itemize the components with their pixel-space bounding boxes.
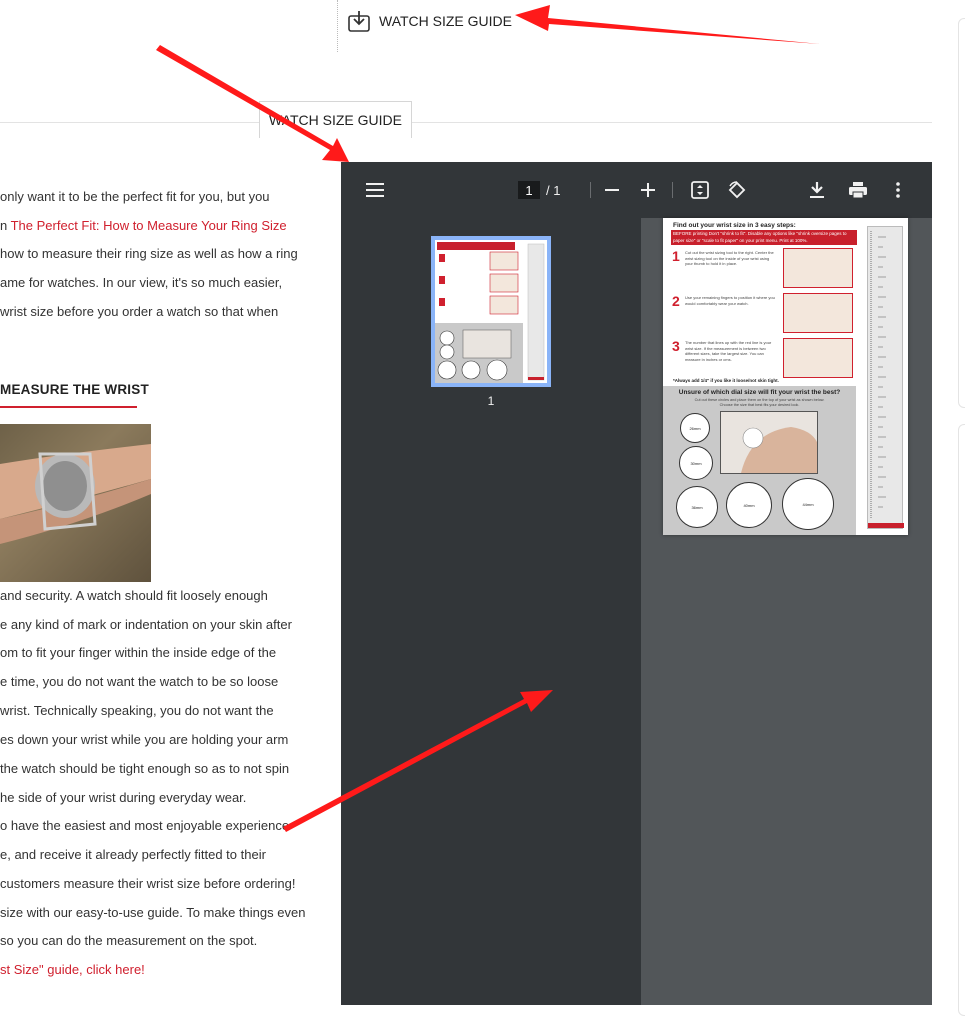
tab-baseline <box>0 122 932 123</box>
step-text: The number that lines up with the red li… <box>685 340 772 362</box>
pdf-toolbar: 1 / 1 <box>341 162 932 218</box>
article-line: ame for watches. In our view, it's so mu… <box>0 275 283 290</box>
article-line: e time, you do not want the watch to be … <box>0 674 279 689</box>
article-line: om to fit your finger within the inside … <box>0 645 277 660</box>
page-thumbnail[interactable] <box>431 236 551 387</box>
page-total: / 1 <box>546 182 561 198</box>
step-number: 1 <box>672 248 680 264</box>
dial-circle: 40mm <box>726 482 772 528</box>
article-line: e any kind of mark or indentation on you… <box>0 617 292 632</box>
dial-size-section: Unsure of which dial size will fit your … <box>663 386 856 535</box>
article-line: how to measure their ring size as well a… <box>0 246 298 261</box>
article-line: e, and receive it already perfectly fitt… <box>0 847 266 862</box>
ring-size-link[interactable]: The Perfect Fit: How to Measure Your Rin… <box>11 218 287 233</box>
pdf-viewer: 1 / 1 1 Find out your wrist size in 3 ea… <box>341 162 932 1005</box>
print-warning-band: BEFORE printing Don't "shrink to fit". D… <box>671 230 857 245</box>
toolbar-separator <box>590 182 591 198</box>
wrist-sizing-ruler <box>867 226 904 529</box>
pdf-page: Find out your wrist size in 3 easy steps… <box>663 218 908 535</box>
dial-circle: 44mm <box>782 478 834 530</box>
article-line: n The Perfect Fit: How to Measure Your R… <box>0 217 287 235</box>
section-heading: MEASURE THE WRIST <box>0 382 149 397</box>
sidebar-card <box>958 424 965 1016</box>
dial-circle: 36mm <box>676 486 718 528</box>
article-line: and security. A watch should fit loosely… <box>0 588 268 603</box>
thumbnail-panel: 1 <box>341 218 641 1005</box>
article-line: he side of your wrist during everyday we… <box>0 790 247 805</box>
article-line: the watch should be tight enough so as t… <box>0 761 290 776</box>
step-2: 2 Use your remaining fingers to position… <box>671 293 857 337</box>
dial-circle: 30mm <box>679 446 713 480</box>
article-line: customers measure their wrist size befor… <box>0 876 296 891</box>
step-1: 1 Cut out the wrist sizing tool to the r… <box>671 248 857 292</box>
download-icon[interactable] <box>805 178 829 202</box>
article-line-text: n <box>0 218 11 233</box>
step-number: 3 <box>672 338 680 354</box>
wrist-size-guide-link[interactable]: st Size" guide, click here! <box>0 961 145 979</box>
step-photo <box>783 248 853 288</box>
fit-page-icon[interactable] <box>688 178 712 202</box>
rotate-icon[interactable] <box>725 178 749 202</box>
download-box-icon <box>347 9 371 33</box>
page-number-input[interactable]: 1 <box>518 181 540 199</box>
zoom-in-icon[interactable] <box>636 178 660 202</box>
hand-with-dial-photo <box>720 411 818 474</box>
sidebar-card <box>958 18 965 408</box>
dial-subtitle: Cut out these circles and place them on … <box>694 398 825 407</box>
ruler-red-marker <box>868 523 904 528</box>
article-line: wrist. Technically speaking, you do not … <box>0 703 274 718</box>
wrist-watch-photo <box>0 424 151 582</box>
step-text: Use your remaining fingers to position i… <box>685 295 775 306</box>
toolbar-separator <box>672 182 673 198</box>
step-photo <box>783 338 853 378</box>
zoom-out-icon[interactable] <box>600 178 624 202</box>
tab-label: WATCH SIZE GUIDE <box>269 112 402 128</box>
article-line: size with our easy-to-use guide. To make… <box>0 905 306 920</box>
tab-watch-size-guide[interactable]: WATCH SIZE GUIDE <box>259 101 412 138</box>
annotation-arrow <box>515 5 820 44</box>
step-photo <box>783 293 853 333</box>
article-line: es down your wrist while you are holding… <box>0 732 289 747</box>
more-vert-icon[interactable] <box>886 178 910 202</box>
watch-size-guide-link-label: WATCH SIZE GUIDE <box>379 13 512 29</box>
dial-circle: 26mm <box>680 413 710 443</box>
heading-underline <box>0 406 137 408</box>
watch-size-guide-link[interactable]: WATCH SIZE GUIDE <box>347 6 512 36</box>
fit-note: *Always add 1/4" if you like it loose/no… <box>673 378 779 383</box>
article-line: wrist size before you order a watch so t… <box>0 304 279 319</box>
dial-title: Unsure of which dial size will fit your … <box>678 389 841 396</box>
page-title: Find out your wrist size in 3 easy steps… <box>673 222 796 229</box>
article-line: so you can do the measurement on the spo… <box>0 933 258 948</box>
article-line: only want it to be the perfect fit for y… <box>0 189 270 204</box>
print-icon[interactable] <box>846 178 870 202</box>
step-number: 2 <box>672 293 680 309</box>
thumbnail-page-number: 1 <box>487 394 495 408</box>
step-text: Cut out the wrist sizing tool to the rig… <box>685 250 774 266</box>
article-line: o have the easiest and most enjoyable ex… <box>0 818 290 833</box>
step-3: 3 The number that lines up with the red … <box>671 338 857 382</box>
divider <box>337 0 338 52</box>
menu-icon[interactable] <box>363 178 387 202</box>
